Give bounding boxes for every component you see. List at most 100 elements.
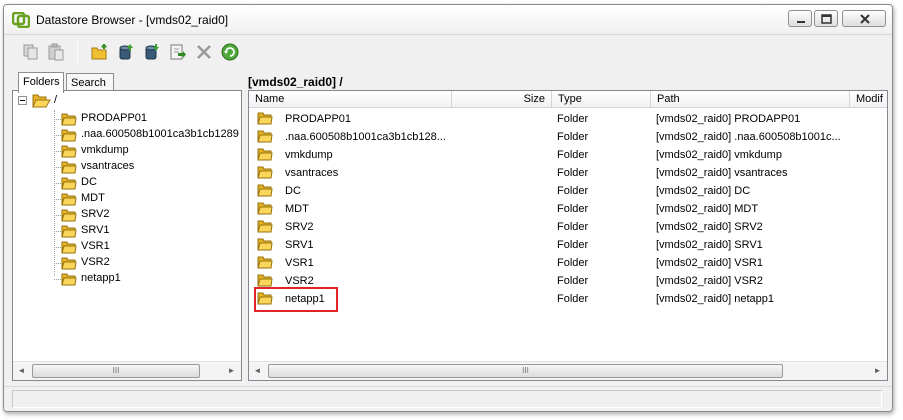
minimize-button[interactable] — [788, 10, 812, 27]
collapse-icon[interactable] — [18, 96, 27, 105]
column-type[interactable]: Type — [552, 91, 651, 108]
table-row[interactable]: netapp1 Folder [vmds02_raid0] netapp1 — [249, 287, 887, 312]
scroll-right-arrow[interactable]: ► — [869, 362, 886, 380]
tree-item-label: VSR2 — [81, 256, 110, 268]
tree-connector — [54, 279, 61, 280]
toolbar — [4, 36, 892, 68]
tree-connector — [54, 151, 61, 152]
title-bar[interactable]: Datastore Browser - [vmds02_raid0] — [4, 5, 892, 35]
copy-icon[interactable] — [21, 42, 41, 62]
delete-icon[interactable] — [194, 42, 214, 62]
file-list[interactable]: Name Size Type Path Modif PRODAPP01 Folde… — [248, 90, 888, 381]
row-type: Folder — [557, 275, 589, 287]
folder-tree-content: / PRODAPP01 .naa.600508b1001ca3b1cb1289 vm… — [13, 91, 241, 361]
column-header: Name Size Type Path Modif — [249, 91, 887, 108]
row-type: Folder — [557, 257, 589, 269]
tree-horizontal-scrollbar[interactable]: ◄ III ► — [13, 361, 241, 380]
row-path: [vmds02_raid0] VSR1 — [656, 257, 763, 269]
folder-icon — [257, 218, 273, 234]
status-bar — [4, 386, 892, 411]
close-button[interactable] — [842, 10, 886, 27]
row-type: Folder — [557, 221, 589, 233]
refresh-icon[interactable] — [220, 42, 240, 62]
pane-splitter[interactable] — [244, 69, 247, 381]
row-path: [vmds02_raid0] PRODAPP01 — [656, 113, 801, 125]
row-type: Folder — [557, 149, 589, 161]
folder-icon — [257, 272, 273, 288]
table-row[interactable]: vsantraces Folder [vmds02_raid0] vsantrace… — [249, 164, 887, 182]
table-row[interactable]: SRV1 Folder [vmds02_raid0] SRV1 — [249, 236, 887, 254]
row-name: DC — [285, 185, 301, 197]
tree-item-label: MDT — [81, 192, 105, 204]
row-name: SRV1 — [285, 239, 314, 251]
row-path: [vmds02_raid0] vsantraces — [656, 167, 788, 179]
tree-item-label: DC — [81, 176, 97, 188]
folder-icon — [257, 182, 273, 198]
column-modified[interactable]: Modif — [850, 91, 887, 108]
maximize-button[interactable] — [814, 10, 838, 27]
folder-icon — [61, 271, 77, 290]
row-path: [vmds02_raid0] DC — [656, 185, 751, 197]
move-icon[interactable] — [168, 42, 188, 62]
row-name: PRODAPP01 — [285, 113, 352, 125]
row-type: Folder — [557, 293, 589, 305]
paste-icon[interactable] — [46, 42, 66, 62]
table-row[interactable]: VSR2 Folder [vmds02_raid0] VSR2 — [249, 272, 887, 290]
datastore-app-icon — [11, 11, 31, 29]
tree-connector — [54, 199, 61, 200]
scroll-left-arrow[interactable]: ◄ — [249, 362, 266, 380]
file-list-pane: [vmds02_raid0] / Name Size Type Path Mod… — [248, 69, 888, 381]
current-path: [vmds02_raid0] / — [248, 75, 343, 89]
tree-item-label: VSR1 — [81, 240, 110, 252]
table-row[interactable]: DC Folder [vmds02_raid0] DC — [249, 182, 887, 200]
table-row[interactable]: MDT Folder [vmds02_raid0] MDT — [249, 200, 887, 218]
folder-icon — [257, 254, 273, 270]
tree-item-label: vmkdump — [81, 144, 129, 156]
toolbar-separator — [77, 42, 78, 62]
table-row[interactable]: VSR1 Folder [vmds02_raid0] VSR1 — [249, 254, 887, 272]
row-name: .naa.600508b1001ca3b1cb128... — [285, 131, 446, 143]
tree-connector — [54, 119, 61, 120]
table-row[interactable]: PRODAPP01 Folder [vmds02_raid0] PRODAPP01 — [249, 110, 887, 128]
row-name: vsantraces — [285, 167, 339, 179]
tree-item-label: .naa.600508b1001ca3b1cb1289 — [81, 128, 239, 140]
row-path: [vmds02_raid0] VSR2 — [656, 275, 763, 287]
tree-connector — [54, 231, 61, 232]
folder-icon — [257, 200, 273, 216]
column-path[interactable]: Path — [651, 91, 850, 108]
table-row[interactable]: .naa.600508b1001ca3b1cb128... Folder [vmds… — [249, 128, 887, 146]
row-name: VSR2 — [285, 275, 314, 287]
tree-connector — [54, 263, 61, 264]
table-row[interactable]: vmkdump Folder [vmds02_raid0] vmkdump — [249, 146, 887, 164]
row-name: MDT — [285, 203, 309, 215]
scroll-left-arrow[interactable]: ◄ — [13, 362, 30, 380]
tree-item-label: SRV1 — [81, 224, 110, 236]
row-path: [vmds02_raid0] .naa.600508b1001c... — [656, 131, 841, 143]
scroll-right-arrow[interactable]: ► — [223, 362, 240, 380]
table-row[interactable]: SRV2 Folder [vmds02_raid0] SRV2 — [249, 218, 887, 236]
list-horizontal-scrollbar[interactable]: ◄ III ► — [249, 361, 887, 380]
row-type: Folder — [557, 167, 589, 179]
tab-folders[interactable]: Folders — [18, 72, 64, 93]
scroll-thumb[interactable]: III — [268, 364, 783, 378]
tree-item-label: PRODAPP01 — [81, 112, 148, 124]
row-type: Folder — [557, 131, 589, 143]
new-folder-icon[interactable] — [90, 42, 110, 62]
row-name: VSR1 — [285, 257, 314, 269]
row-type: Folder — [557, 203, 589, 215]
scroll-thumb[interactable]: III — [32, 364, 200, 378]
row-type: Folder — [557, 113, 589, 125]
folder-icon — [257, 236, 273, 252]
row-path: [vmds02_raid0] SRV2 — [656, 221, 763, 233]
upload-icon[interactable] — [116, 42, 136, 62]
folder-tree[interactable]: / PRODAPP01 .naa.600508b1001ca3b1cb1289 vm… — [12, 90, 242, 381]
open-folder-icon — [31, 92, 51, 113]
tree-root-label: / — [54, 94, 58, 106]
download-icon[interactable] — [142, 42, 162, 62]
folder-tree-pane: Folders Search / PRODAPP01 .naa.600508b10… — [12, 69, 242, 381]
folder-icon — [257, 128, 273, 144]
column-name[interactable]: Name — [249, 91, 452, 108]
tree-connector — [54, 135, 61, 136]
column-size[interactable]: Size — [452, 91, 552, 108]
tree-item-label: vsantraces — [81, 160, 135, 172]
